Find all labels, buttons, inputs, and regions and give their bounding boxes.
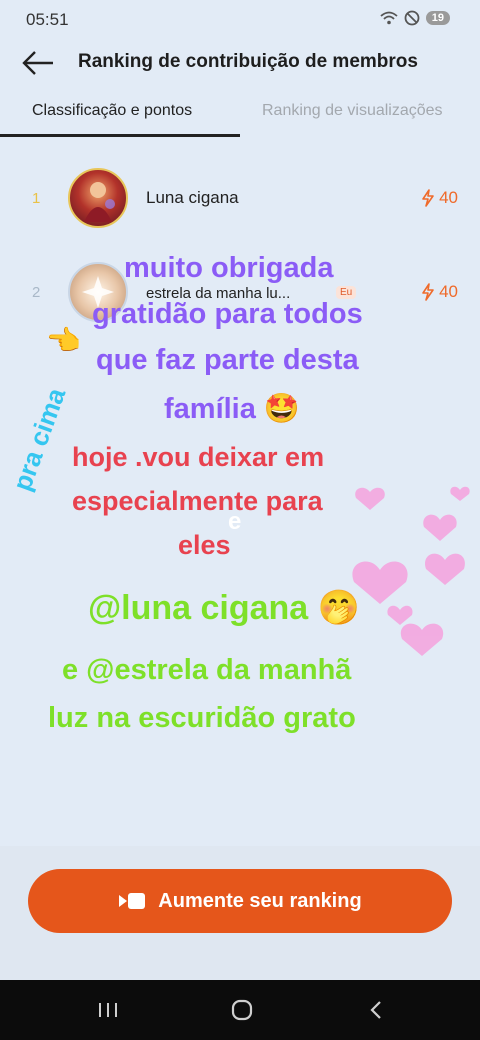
points: 40 <box>421 188 458 208</box>
hearts-sticker <box>352 486 470 656</box>
wifi-icon <box>380 11 398 25</box>
home-icon[interactable] <box>222 994 262 1026</box>
member-name: Luna cigana <box>146 188 239 207</box>
points-value: 40 <box>439 282 458 301</box>
tab-bar: Classificação e pontos Ranking de visual… <box>0 92 480 140</box>
increase-ranking-button[interactable]: Aumente seu ranking <box>28 869 452 933</box>
lightning-icon <box>422 189 434 207</box>
ranking-row[interactable]: 1 Luna cigana 40 <box>0 164 480 234</box>
active-tab-indicator <box>0 134 240 137</box>
recent-apps-icon[interactable] <box>88 994 128 1026</box>
overlay-line-8: @luna cigana 🤭 <box>88 589 360 627</box>
overlay-line-2: gratidão para todos <box>92 298 363 330</box>
page-title: Ranking de contribuição de membros <box>78 51 418 72</box>
rank-number: 1 <box>32 190 41 207</box>
overlay-line-5: hoje .vou deixar em <box>72 442 325 472</box>
overlay-line-10: luz na escuridão grato <box>48 702 356 734</box>
overlay-line-3: que faz parte desta <box>96 344 359 376</box>
rank-number: 2 <box>32 284 41 301</box>
dnd-icon <box>404 10 420 26</box>
avatar[interactable] <box>68 168 128 228</box>
overlay-line-7: eles <box>178 530 231 560</box>
video-icon <box>119 893 146 909</box>
points: 40 <box>421 282 458 302</box>
status-bar: 05:51 19 <box>0 0 480 40</box>
status-time: 05:51 <box>26 10 69 29</box>
tab-classificacao[interactable]: Classificação e pontos <box>32 102 192 120</box>
pointing-hand-emoji: 👈 <box>46 325 81 356</box>
back-nav-icon[interactable] <box>356 994 396 1026</box>
back-arrow-icon[interactable] <box>20 46 58 80</box>
avatar-image <box>84 182 115 222</box>
status-icons: 19 <box>380 10 450 26</box>
tab-visualizacoes[interactable]: Ranking de visualizações <box>262 102 443 120</box>
overlay-line-1: muito obrigada <box>124 252 334 284</box>
overlay-line-6: especialmente para <box>72 486 323 516</box>
overlay-line-9: e @estrela da manhã <box>62 654 352 686</box>
overlay-line-4: família 🤩 <box>164 393 301 425</box>
points-value: 40 <box>439 188 458 207</box>
lightning-icon <box>422 283 434 301</box>
system-nav-bar <box>0 980 480 1040</box>
increase-ranking-label: Aumente seu ranking <box>158 889 362 912</box>
battery-icon: 19 <box>425 11 450 25</box>
app-header: Ranking de contribuição de membros <box>0 40 480 86</box>
overlay-side-text: pra cima <box>6 383 72 495</box>
